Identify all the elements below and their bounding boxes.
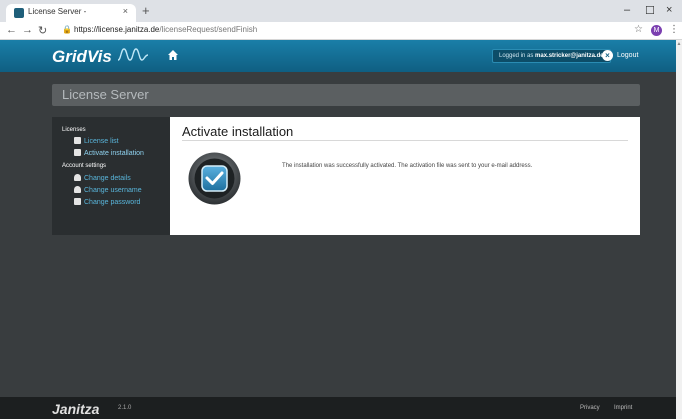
address-bar[interactable]: 🔒 https://license.janitza.de/licenseRequ… bbox=[56, 24, 656, 38]
browser-tabstrip: License Server - × + – ☐ × bbox=[0, 0, 682, 22]
browser-menu-icon[interactable]: ⋮ bbox=[669, 24, 679, 35]
lock-icon: 🔒 bbox=[62, 25, 72, 34]
reload-icon[interactable]: ↻ bbox=[38, 24, 47, 37]
sidebar-heading-account: Account settings bbox=[62, 163, 107, 169]
scroll-up-arrow-icon[interactable]: ▲ bbox=[676, 41, 682, 47]
imprint-link[interactable]: Imprint bbox=[614, 405, 632, 411]
janitza-logo: Janitza bbox=[52, 401, 100, 417]
sidebar-item-license-list[interactable]: License list bbox=[74, 137, 119, 146]
success-check-icon bbox=[188, 152, 241, 205]
app-header: GridVis Logged in as max.stricker@janitz… bbox=[0, 40, 676, 72]
tab-close-icon[interactable]: × bbox=[123, 6, 128, 16]
sidebar-item-activate-installation[interactable]: Activate installation bbox=[74, 149, 144, 158]
main-content: License Server Licenses License list Act… bbox=[0, 72, 676, 397]
user-icon bbox=[74, 186, 81, 193]
sidebar-item-change-details[interactable]: Change details bbox=[74, 174, 131, 183]
privacy-link[interactable]: Privacy bbox=[580, 405, 600, 411]
logged-in-indicator: Logged in as max.stricker@janitza.de bbox=[492, 49, 611, 63]
bookmark-star-icon[interactable]: ☆ bbox=[634, 24, 643, 35]
list-icon bbox=[74, 137, 81, 144]
user-icon bbox=[74, 174, 81, 181]
success-message: The installation was successfully activa… bbox=[282, 163, 533, 169]
sidebar-heading-licenses: Licenses bbox=[62, 127, 86, 133]
sidebar-item-change-password[interactable]: Change password bbox=[74, 198, 140, 207]
checkbox-icon bbox=[74, 149, 81, 156]
logout-button[interactable]: × Logout bbox=[602, 49, 638, 63]
gridvis-logo[interactable]: GridVis bbox=[52, 47, 112, 67]
browser-tab[interactable]: License Server - × bbox=[6, 4, 136, 22]
page-title: License Server bbox=[62, 87, 149, 102]
logout-icon: × bbox=[602, 49, 613, 61]
sidebar-item-change-username[interactable]: Change username bbox=[74, 186, 142, 195]
url-text: https://license.janitza.de/licenseReques… bbox=[74, 25, 258, 34]
maximize-button[interactable]: ☐ bbox=[645, 4, 655, 17]
back-arrow-icon[interactable]: ← bbox=[6, 24, 17, 36]
home-icon[interactable] bbox=[167, 49, 179, 61]
site-favicon-icon bbox=[14, 8, 24, 18]
profile-avatar[interactable]: M bbox=[651, 25, 662, 36]
panel-heading: Activate installation bbox=[182, 124, 294, 139]
browser-toolbar: ← → ↻ 🔒 https://license.janitza.de/licen… bbox=[0, 22, 682, 40]
sidebar: Licenses License list Activate installat… bbox=[52, 117, 170, 235]
forward-arrow-icon[interactable]: → bbox=[22, 24, 33, 36]
page-title-bar: License Server bbox=[52, 84, 640, 106]
activation-panel: Activate installation The installation w… bbox=[170, 117, 640, 235]
footer: Janitza 2.1.0 Privacy Imprint bbox=[0, 397, 676, 419]
divider bbox=[182, 140, 628, 141]
new-tab-button[interactable]: + bbox=[142, 4, 150, 17]
minimize-button[interactable]: – bbox=[624, 4, 630, 16]
window-close-button[interactable]: × bbox=[666, 4, 672, 16]
lock-icon bbox=[74, 198, 81, 205]
waveform-logo-icon bbox=[117, 48, 149, 61]
tab-title: License Server - bbox=[28, 7, 87, 16]
version-label: 2.1.0 bbox=[118, 405, 132, 411]
page-scrollbar[interactable]: ▲ bbox=[676, 40, 682, 419]
